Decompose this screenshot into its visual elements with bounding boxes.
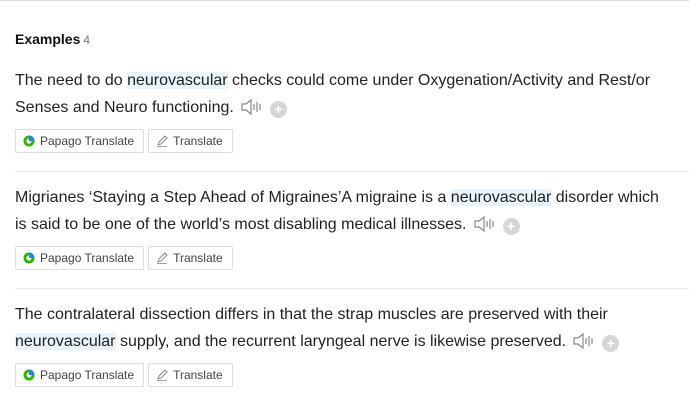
- add-icon[interactable]: +: [269, 101, 287, 118]
- translate-buttons: Papago Translate Translate: [15, 129, 689, 153]
- translate-buttons: Papago Translate Translate: [15, 246, 689, 270]
- example-sentence: The need to do neurovascular checks coul…: [15, 67, 665, 121]
- papago-icon: [23, 369, 35, 381]
- example-item: The contralateral dissection differs in …: [15, 301, 689, 387]
- examples-header: Examples 4: [15, 31, 90, 47]
- papago-icon: [23, 252, 35, 264]
- speaker-icon[interactable]: [572, 332, 596, 350]
- top-border: [0, 0, 689, 1]
- papago-translate-button[interactable]: Papago Translate: [15, 129, 145, 153]
- papago-translate-label: Papago Translate: [40, 134, 135, 148]
- translate-label: Translate: [173, 368, 223, 382]
- add-icon[interactable]: +: [602, 335, 620, 352]
- sentence-text: supply, and the recurrent laryngeal nerv…: [115, 333, 567, 350]
- example-item: Migrianes ‘Staying a Step Ahead of Migra…: [15, 184, 689, 270]
- speaker-icon[interactable]: [473, 215, 497, 233]
- highlighted-word[interactable]: neurovascular: [127, 72, 228, 89]
- example-sentence: Migrianes ‘Staying a Step Ahead of Migra…: [15, 184, 665, 238]
- translate-button[interactable]: Translate: [148, 363, 233, 387]
- translate-button[interactable]: Translate: [148, 246, 233, 270]
- speaker-icon[interactable]: [240, 98, 264, 116]
- pencil-icon: [156, 252, 168, 264]
- example-item: The need to do neurovascular checks coul…: [15, 67, 689, 153]
- example-divider: [15, 171, 689, 172]
- papago-translate-label: Papago Translate: [40, 251, 135, 265]
- example-sentence: The contralateral dissection differs in …: [15, 301, 665, 355]
- sentence-text: The contralateral dissection differs in …: [15, 306, 608, 323]
- papago-translate-button[interactable]: Papago Translate: [15, 246, 145, 270]
- sentence-text: The need to do: [15, 72, 128, 89]
- add-icon[interactable]: +: [502, 218, 520, 235]
- pencil-icon: [156, 369, 168, 381]
- papago-translate-label: Papago Translate: [40, 368, 135, 382]
- papago-translate-button[interactable]: Papago Translate: [15, 363, 145, 387]
- translate-label: Translate: [173, 251, 223, 265]
- pencil-icon: [156, 135, 168, 147]
- translate-button[interactable]: Translate: [148, 129, 233, 153]
- translate-buttons: Papago Translate Translate: [15, 363, 689, 387]
- papago-icon: [23, 135, 35, 147]
- highlighted-word[interactable]: neurovascular: [450, 189, 552, 206]
- translate-label: Translate: [173, 134, 223, 148]
- examples-title: Examples: [15, 31, 81, 47]
- sentence-text: Migrianes ‘Staying a Step Ahead of Migra…: [15, 189, 451, 206]
- example-divider: [15, 288, 689, 289]
- examples-count: 4: [83, 33, 91, 47]
- highlighted-word[interactable]: neurovascular: [15, 333, 116, 350]
